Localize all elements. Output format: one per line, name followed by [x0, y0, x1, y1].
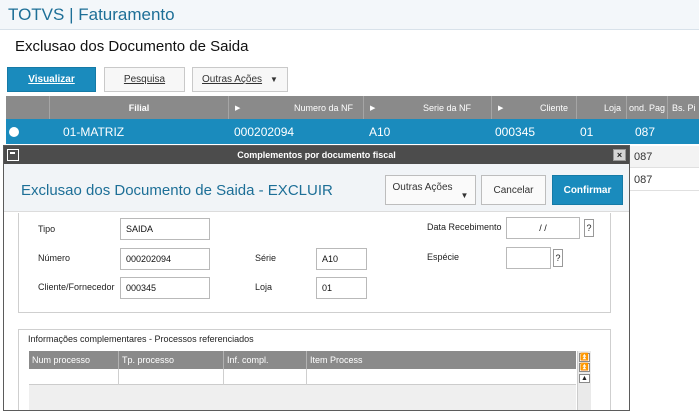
info-complementares-legend: Informações complementares - Processos r…: [28, 334, 257, 344]
loja-label: Loja: [255, 282, 273, 292]
app-title: TOTVS | Faturamento: [8, 5, 175, 24]
column-header-cliente[interactable]: ▶ Cliente: [492, 96, 577, 119]
scroll-page-up-icon[interactable]: ⏫: [579, 363, 590, 372]
tipo-field[interactable]: SAIDA: [120, 218, 210, 240]
sort-arrow-icon: ▶: [235, 104, 241, 112]
pesquisa-button[interactable]: Pesquisa: [104, 67, 185, 92]
table-row-selected[interactable]: 01-MATRIZ 000202094 A10 000345 01 087: [6, 119, 699, 144]
close-icon[interactable]: ×: [613, 149, 626, 161]
table-row[interactable]: 087: [630, 146, 699, 168]
column-header-cond-pag[interactable]: ond. Pag: [627, 96, 668, 119]
cell-cliente: 000345: [495, 124, 536, 139]
table-cell[interactable]: [224, 369, 307, 385]
table-cell[interactable]: [29, 369, 119, 385]
data-recebimento-help-button[interactable]: ?: [584, 219, 594, 237]
dialog-header: Complementos por documento fiscal: [4, 146, 629, 164]
cell-cond-pag: 087: [635, 124, 656, 139]
column-header-inf-compl[interactable]: Inf. compl.: [224, 351, 307, 369]
column-header-loja-label: Loja: [603, 102, 621, 113]
sort-arrow-icon: ▶: [498, 104, 504, 112]
window-icon: [7, 149, 19, 161]
especie-field[interactable]: [506, 247, 551, 269]
grid-empty-area: [29, 385, 576, 410]
scroll-up-icon[interactable]: ▲: [579, 374, 590, 383]
column-header-cond-pag-label: ond. Pag: [628, 102, 666, 113]
confirmar-button[interactable]: Confirmar: [552, 175, 623, 205]
data-recebimento-field[interactable]: / /: [506, 217, 580, 239]
outras-acoes-button[interactable]: Outras Ações ▼: [192, 67, 288, 92]
app-header: TOTVS | Faturamento: [0, 0, 699, 30]
sort-arrow-icon: ▶: [370, 104, 376, 112]
grid-header-select: [6, 96, 50, 119]
cell-numero: 000202094: [234, 124, 295, 139]
numero-label: Número: [38, 253, 71, 263]
column-header-numero-label: Numero da NF: [293, 102, 353, 113]
tipo-label: Tipo: [38, 224, 56, 234]
dialog-outras-acoes-button[interactable]: Outras Ações ▼: [385, 175, 476, 205]
cancelar-button[interactable]: Cancelar: [481, 175, 546, 205]
caret-down-icon: ▼: [460, 190, 469, 200]
column-header-serie[interactable]: ▶ Serie da NF: [364, 96, 492, 119]
cliente-fornecedor-field[interactable]: 000345: [120, 277, 210, 299]
dialog-title: Exclusao dos Documento de Saida - EXCLUI…: [21, 182, 333, 199]
column-header-cliente-label: Cliente: [539, 102, 568, 113]
dialog-header-title: Complementos por documento fiscal: [237, 150, 396, 160]
table-row[interactable]: 087: [630, 169, 699, 191]
grid-header: Filial ▶ Numero da NF ▶ Serie da NF ▶ Cl…: [6, 96, 699, 119]
data-recebimento-label: Data Recebimento: [427, 222, 502, 232]
column-header-bs-pi[interactable]: Bs. Pi: [668, 96, 699, 119]
table-cell[interactable]: [119, 369, 224, 385]
especie-help-button[interactable]: ?: [553, 249, 563, 267]
loja-field[interactable]: 01: [316, 277, 367, 299]
especie-label: Espécie: [427, 252, 460, 262]
complementos-dialog: Complementos por documento fiscal × Excl…: [3, 145, 630, 411]
cell-serie: A10: [369, 124, 391, 139]
caret-down-icon: ▼: [270, 75, 278, 84]
column-header-filial[interactable]: Filial: [50, 96, 229, 119]
cell-filial: 01-MATRIZ: [63, 124, 125, 139]
numero-field[interactable]: 000202094: [120, 248, 210, 270]
scrollbar[interactable]: ⏫ ⏫ ▲: [577, 351, 591, 410]
column-header-num-processo[interactable]: Num processo: [29, 351, 119, 369]
column-header-item-process[interactable]: Item Process: [307, 351, 576, 369]
visualizar-button[interactable]: Visualizar: [7, 67, 96, 92]
column-header-filial-label: Filial: [128, 102, 150, 113]
cell-loja: 01: [580, 124, 594, 139]
table-cell[interactable]: [307, 369, 576, 385]
page-title: Exclusao dos Documento de Saida: [15, 38, 249, 55]
table-row[interactable]: [29, 369, 576, 385]
radio-selected-icon[interactable]: [9, 119, 19, 144]
cliente-fornecedor-label: Cliente/Fornecedor: [38, 282, 115, 292]
scroll-top-icon[interactable]: ⏫: [579, 353, 590, 362]
column-header-bs-pi-label: Bs. Pi: [672, 102, 696, 113]
column-header-numero[interactable]: ▶ Numero da NF: [229, 96, 364, 119]
column-header-tp-processo[interactable]: Tp. processo: [119, 351, 224, 369]
outras-acoes-label: Outras Ações: [202, 74, 263, 85]
dialog-outras-acoes-label: Outras Ações: [392, 181, 453, 193]
column-header-loja[interactable]: Loja: [577, 96, 627, 119]
column-header-serie-label: Serie da NF: [422, 102, 471, 113]
serie-field[interactable]: A10: [316, 248, 367, 270]
serie-label: Série: [255, 253, 277, 263]
processos-grid-header: Num processo Tp. processo Inf. compl. It…: [29, 351, 576, 369]
